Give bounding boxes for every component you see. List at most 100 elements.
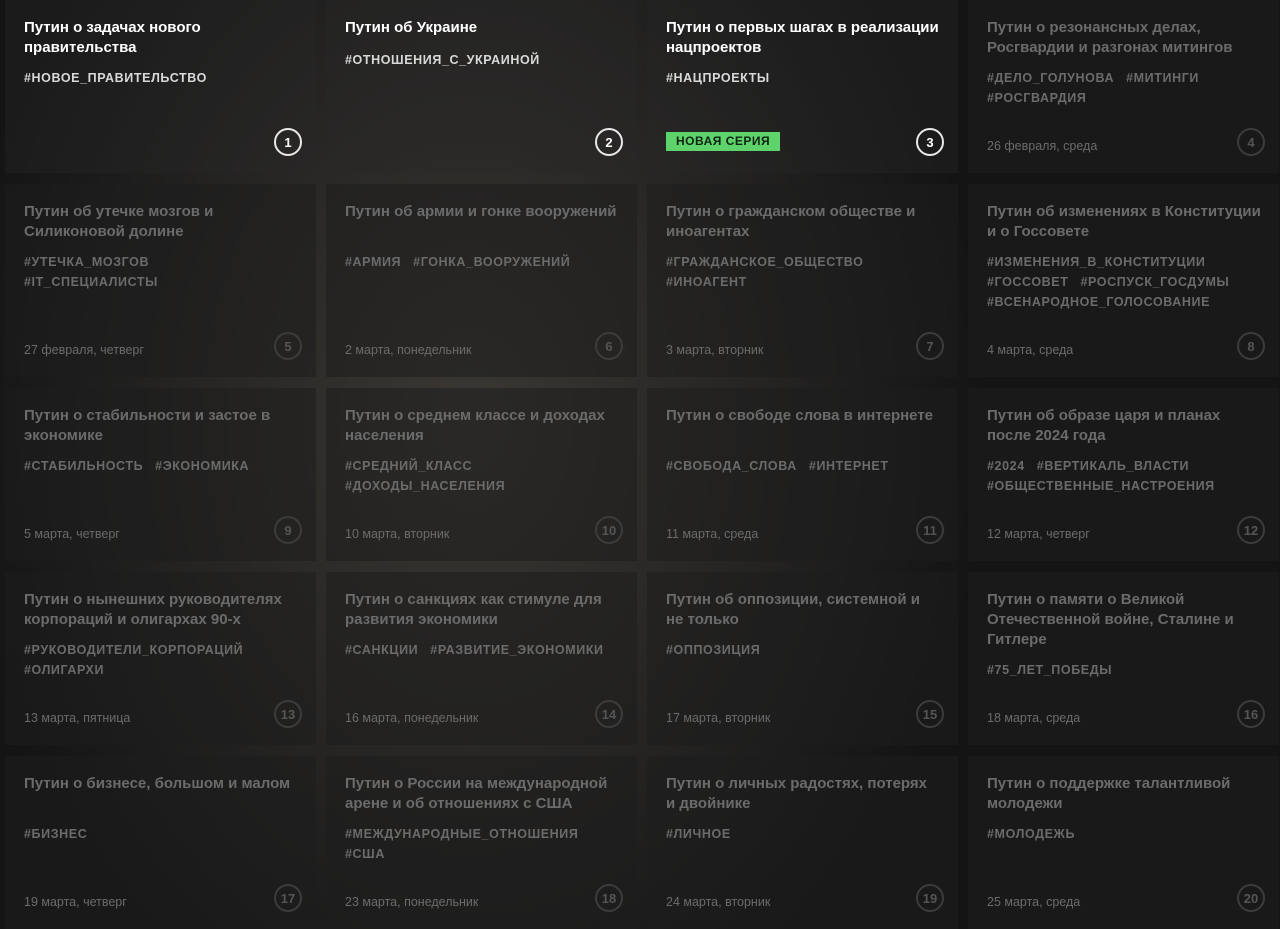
episode-title: Путин об изменениях в Конституции и о Го… bbox=[987, 203, 1261, 240]
episode-number: 17 bbox=[274, 884, 302, 912]
episode-number: 2 bbox=[595, 128, 623, 156]
hashtag-link[interactable]: #75_ЛЕТ_ПОБЕДЫ bbox=[987, 660, 1112, 680]
episode-date: 23 марта, понедельник bbox=[345, 895, 479, 909]
episode-date: 12 марта, четверг bbox=[987, 527, 1090, 541]
episode-card[interactable]: Путин об Украине #ОТНОШЕНИЯ_С_УКРАИНОЙ 2 bbox=[326, 0, 637, 173]
hashtag-link[interactable]: #САНКЦИИ bbox=[345, 640, 418, 660]
hashtag-link[interactable]: #РАЗВИТИЕ_ЭКОНОМИКИ bbox=[430, 640, 603, 660]
hashtag-link[interactable]: #2024 bbox=[987, 456, 1025, 476]
episode-title: Путин об Украине bbox=[345, 19, 478, 36]
episode-title: Путин о нынешних руководителях корпораци… bbox=[24, 591, 282, 628]
episode-number: 20 bbox=[1237, 884, 1265, 912]
episode-number: 14 bbox=[595, 700, 623, 728]
episode-number: 16 bbox=[1237, 700, 1265, 728]
hashtag-link[interactable]: #РУКОВОДИТЕЛИ_КОРПОРАЦИЙ bbox=[24, 640, 243, 660]
new-episode-badge: НОВАЯ СЕРИЯ bbox=[666, 132, 781, 151]
episode-number: 6 bbox=[595, 332, 623, 360]
hashtag-link[interactable]: #АРМИЯ bbox=[345, 252, 401, 272]
hashtag-link[interactable]: #МИТИНГИ bbox=[1126, 68, 1199, 88]
episode-card[interactable]: Путин о среднем классе и доходах населен… bbox=[326, 388, 637, 561]
hashtag-link[interactable]: #ГРАЖДАНСКОЕ_ОБЩЕСТВО bbox=[666, 252, 863, 272]
hashtag-link[interactable]: #БИЗНЕС bbox=[24, 824, 87, 844]
hashtag-link[interactable]: #ДЕЛО_ГОЛУНОВА bbox=[987, 68, 1114, 88]
hashtag-link[interactable]: #НАЦПРОЕКТЫ bbox=[666, 68, 770, 88]
episode-card[interactable]: Путин о России на международной арене и … bbox=[326, 756, 637, 929]
hashtag-link[interactable]: #СВОБОДА_СЛОВА bbox=[666, 456, 797, 476]
episode-title: Путин о поддержке талантливой молодежи bbox=[987, 775, 1231, 812]
episode-date: 13 марта, пятница bbox=[24, 711, 131, 725]
hashtag-link[interactable]: #ИНОАГЕНТ bbox=[666, 272, 747, 292]
hashtag-link[interactable]: #ИНТЕРНЕТ bbox=[809, 456, 889, 476]
episode-card[interactable]: Путин об армии и гонке вооружений #АРМИЯ #… bbox=[326, 184, 637, 377]
episode-tags: #МЕЖДУНАРОДНЫЕ_ОТНОШЕНИЯ#США bbox=[345, 824, 625, 864]
episode-card[interactable]: Путин о санкциях как стимуле для развити… bbox=[326, 572, 637, 745]
episode-title: Путин о свободе слова в интернете bbox=[666, 407, 934, 424]
episode-tags: #САНКЦИИ #РАЗВИТИЕ_ЭКОНОМИКИ bbox=[345, 640, 625, 660]
hashtag-link[interactable]: #МЕЖДУНАРОДНЫЕ_ОТНОШЕНИЯ bbox=[345, 824, 578, 844]
hashtag-link[interactable]: #ОТНОШЕНИЯ_С_УКРАИНОЙ bbox=[345, 50, 540, 70]
hashtag-link[interactable]: #РОСПУСК_ГОСДУМЫ bbox=[1080, 272, 1229, 292]
episode-card[interactable]: Путин о стабильности и застое в экономик… bbox=[5, 388, 316, 561]
episode-title: Путин об оппозиции, системной и не тольк… bbox=[666, 591, 920, 628]
episode-card[interactable]: Путин о задачах нового правительства #НОВ… bbox=[5, 0, 316, 173]
episode-tags: #ДЕЛО_ГОЛУНОВА #МИТИНГИ #РОСГВАРДИЯ bbox=[987, 68, 1267, 108]
episode-title: Путин о резонансных делах, Росгвардии и … bbox=[987, 19, 1233, 56]
episode-title: Путин о России на международной арене и … bbox=[345, 775, 608, 812]
hashtag-link[interactable]: #ОЛИГАРХИ bbox=[24, 660, 104, 680]
episode-number: 18 bbox=[595, 884, 623, 912]
episode-tags: #СРЕДНИЙ_КЛАСС#ДОХОДЫ_НАСЕЛЕНИЯ bbox=[345, 456, 625, 496]
episode-card[interactable]: Путин о гражданском обществе и иноагента… bbox=[647, 184, 958, 377]
hashtag-link[interactable]: #ВЕРТИКАЛЬ_ВЛАСТИ bbox=[1037, 456, 1189, 476]
hashtag-link[interactable]: #США bbox=[345, 844, 385, 864]
episodes-grid: Путин о задачах нового правительства #НОВ… bbox=[0, 0, 1280, 929]
hashtag-link[interactable]: #ИЗМЕНЕНИЯ_В_КОНСТИТУЦИИ bbox=[987, 252, 1205, 272]
episode-card[interactable]: Путин о памяти о Великой Отечественной в… bbox=[968, 572, 1279, 745]
hashtag-link[interactable]: #МОЛОДЕЖЬ bbox=[987, 824, 1075, 844]
episode-title: Путин о гражданском обществе и иноагента… bbox=[666, 203, 916, 240]
episode-card[interactable]: Путин о резонансных делах, Росгвардии и … bbox=[968, 0, 1279, 173]
episode-card[interactable]: Путин о поддержке талантливой молодежи #М… bbox=[968, 756, 1279, 929]
hashtag-link[interactable]: #ОППОЗИЦИЯ bbox=[666, 640, 760, 660]
hashtag-link[interactable]: #ЛИЧНОЕ bbox=[666, 824, 731, 844]
hashtag-link[interactable]: #СТАБИЛЬНОСТЬ bbox=[24, 456, 143, 476]
episode-date: 25 марта, среда bbox=[987, 895, 1081, 909]
episode-card[interactable]: Путин об утечке мозгов и Силиконовой дол… bbox=[5, 184, 316, 377]
episode-number: 11 bbox=[916, 516, 944, 544]
episode-card[interactable]: Путин о свободе слова в интернете #СВОБОД… bbox=[647, 388, 958, 561]
episode-title: Путин о среднем классе и доходах населен… bbox=[345, 407, 605, 444]
hashtag-link[interactable]: #ГОССОВЕТ bbox=[987, 272, 1068, 292]
episode-number: 19 bbox=[916, 884, 944, 912]
episode-date: 26 февраля, среда bbox=[987, 139, 1098, 153]
hashtag-link[interactable]: #СРЕДНИЙ_КЛАСС bbox=[345, 456, 472, 476]
episode-number: 1 bbox=[274, 128, 302, 156]
episode-card[interactable]: Путин о первых шагах в реализации нацпро… bbox=[647, 0, 958, 173]
hashtag-link[interactable]: #РОСГВАРДИЯ bbox=[987, 88, 1086, 108]
episode-tags: #РУКОВОДИТЕЛИ_КОРПОРАЦИЙ#ОЛИГАРХИ bbox=[24, 640, 304, 680]
hashtag-link[interactable]: #ДОХОДЫ_НАСЕЛЕНИЯ bbox=[345, 476, 505, 496]
hashtag-link[interactable]: #НОВОЕ_ПРАВИТЕЛЬСТВО bbox=[24, 68, 207, 88]
episode-tags: #СТАБИЛЬНОСТЬ #ЭКОНОМИКА bbox=[24, 456, 304, 476]
episode-tags: #2024 #ВЕРТИКАЛЬ_ВЛАСТИ#ОБЩЕСТВЕННЫЕ_НАСТ… bbox=[987, 456, 1267, 496]
episode-card[interactable]: Путин об образе царя и планах после 2024… bbox=[968, 388, 1279, 561]
episode-card[interactable]: Путин о нынешних руководителях корпораци… bbox=[5, 572, 316, 745]
episode-tags: #ОППОЗИЦИЯ bbox=[666, 640, 946, 660]
episode-title: Путин о задачах нового правительства bbox=[24, 19, 201, 56]
episode-card[interactable]: Путин об оппозиции, системной и не тольк… bbox=[647, 572, 958, 745]
hashtag-link[interactable]: #ГОНКА_ВООРУЖЕНИЙ bbox=[413, 252, 570, 272]
hashtag-link[interactable]: #УТЕЧКА_МОЗГОВ bbox=[24, 252, 149, 272]
hashtag-link[interactable]: #ВСЕНАРОДНОЕ_ГОЛОСОВАНИЕ bbox=[987, 292, 1210, 312]
episode-card[interactable]: Путин об изменениях в Конституции и о Го… bbox=[968, 184, 1279, 377]
episode-number: 3 bbox=[916, 128, 944, 156]
episode-date: 16 марта, понедельник bbox=[345, 711, 479, 725]
hashtag-link[interactable]: #ОБЩЕСТВЕННЫЕ_НАСТРОЕНИЯ bbox=[987, 476, 1215, 496]
episode-title: Путин о памяти о Великой Отечественной в… bbox=[987, 591, 1234, 648]
episode-title: Путин об армии и гонке вооружений bbox=[345, 203, 617, 220]
hashtag-link[interactable]: #IT_СПЕЦИАЛИСТЫ bbox=[24, 272, 158, 292]
episode-tags: #МОЛОДЕЖЬ bbox=[987, 824, 1267, 844]
hashtag-link[interactable]: #ЭКОНОМИКА bbox=[155, 456, 249, 476]
episode-title: Путин о личных радостях, потерях и двойн… bbox=[666, 775, 927, 812]
episode-title: Путин о стабильности и застое в экономик… bbox=[24, 407, 271, 444]
episode-card[interactable]: Путин о бизнесе, большом и малом #БИЗНЕС 1… bbox=[5, 756, 316, 929]
episode-title: Путин об утечке мозгов и Силиконовой дол… bbox=[24, 203, 214, 240]
episode-card[interactable]: Путин о личных радостях, потерях и двойн… bbox=[647, 756, 958, 929]
